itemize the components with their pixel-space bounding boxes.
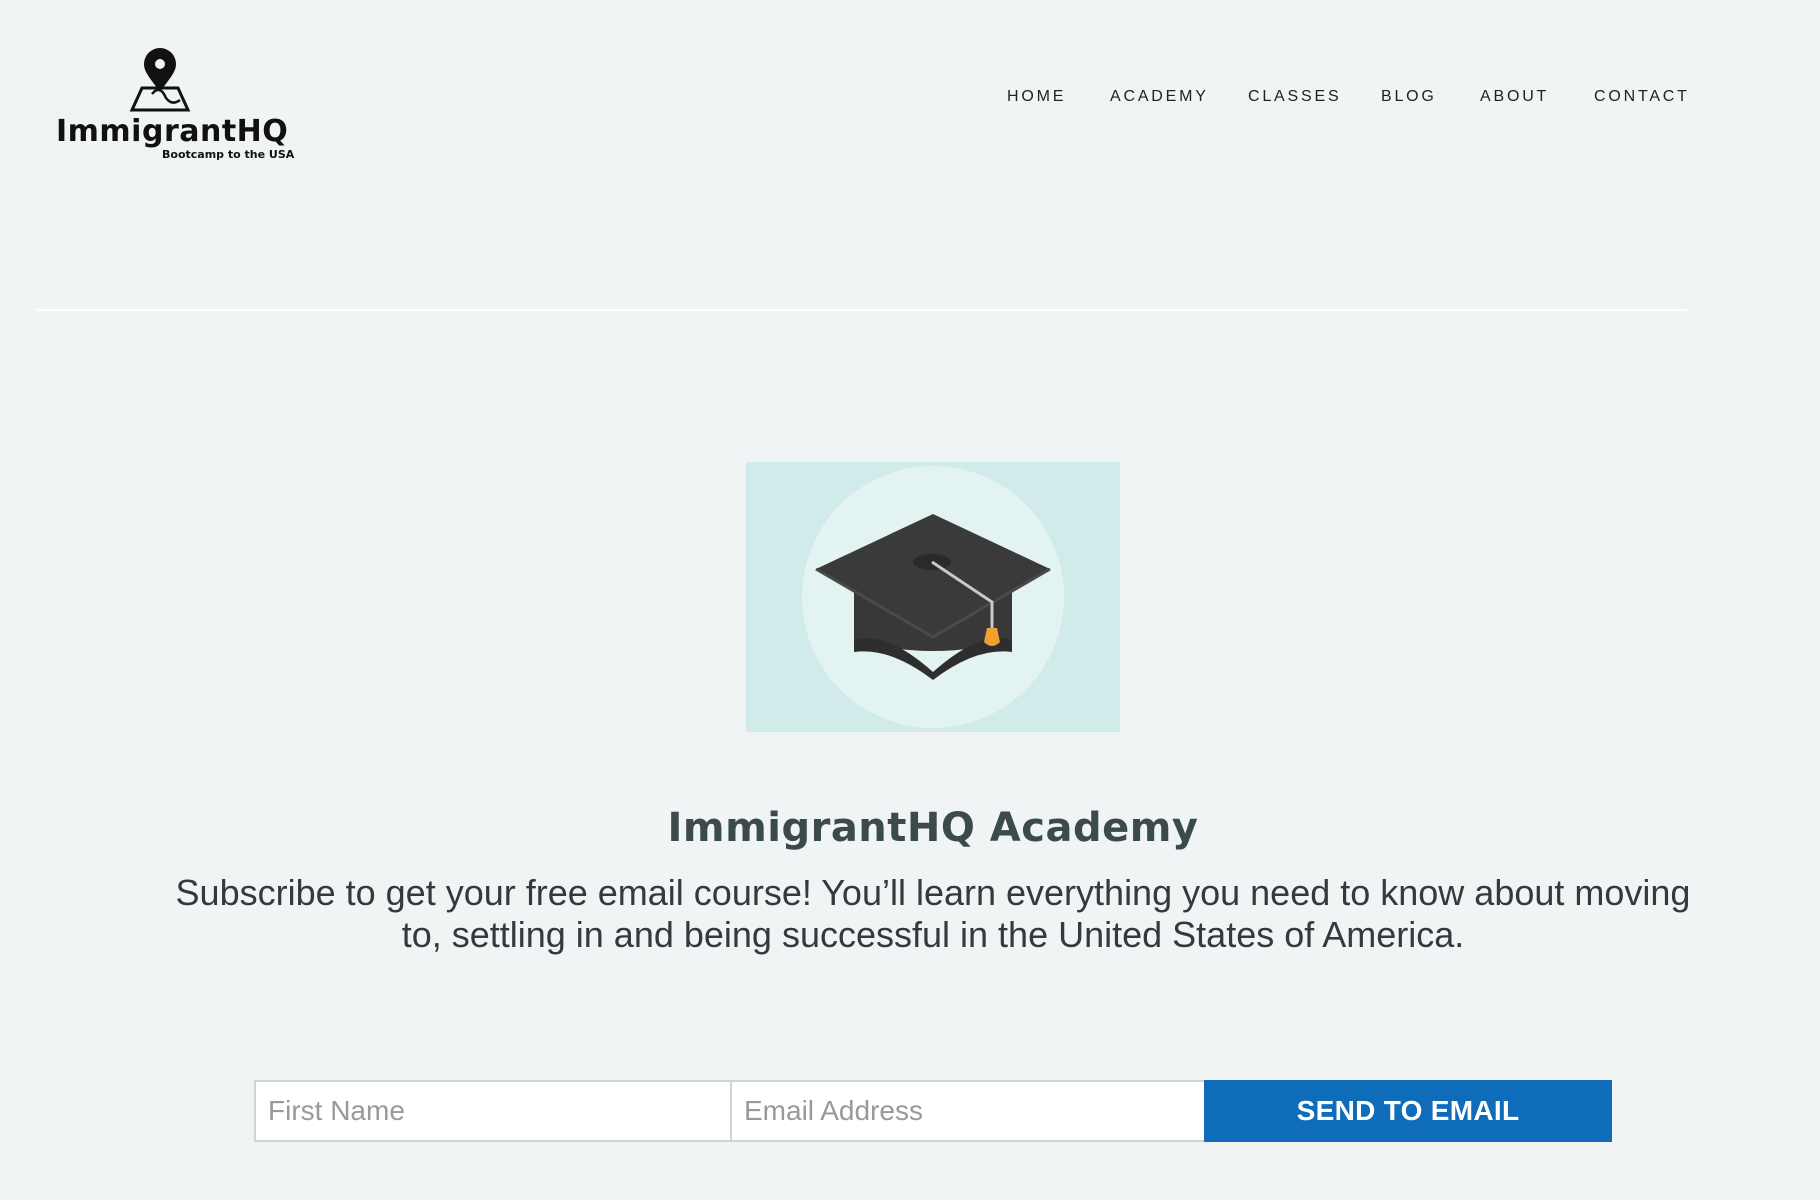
- nav-item-contact[interactable]: CONTACT: [1594, 88, 1690, 106]
- page-title: ImmigrantHQ Academy: [667, 804, 1199, 851]
- graduation-cap-icon: [802, 466, 1064, 728]
- nav-item-about[interactable]: ABOUT: [1480, 88, 1549, 106]
- brand-tagline: Bootcamp to the USA: [162, 148, 295, 161]
- header-divider: [37, 309, 1687, 311]
- email-field[interactable]: [730, 1080, 1214, 1142]
- send-to-email-button[interactable]: SEND TO EMAIL: [1204, 1080, 1612, 1142]
- nav-item-classes[interactable]: CLASSES: [1248, 88, 1341, 106]
- page-subtitle: Subscribe to get your free email course!…: [175, 872, 1691, 955]
- site-header: ImmigrantHQ Bootcamp to the USA HOME ACA…: [0, 0, 1820, 312]
- hero-image: [746, 462, 1120, 732]
- site-logo[interactable]: ImmigrantHQ Bootcamp to the USA: [56, 48, 296, 168]
- subscribe-form: SEND TO EMAIL: [0, 1080, 1820, 1142]
- nav-item-blog[interactable]: BLOG: [1381, 88, 1437, 106]
- brand-name: ImmigrantHQ: [56, 114, 289, 149]
- main-nav: HOME ACADEMY CLASSES BLOG ABOUT CONTACT: [0, 88, 1820, 108]
- nav-item-academy[interactable]: ACADEMY: [1110, 88, 1209, 106]
- nav-item-home[interactable]: HOME: [1007, 88, 1066, 106]
- first-name-field[interactable]: [254, 1080, 738, 1142]
